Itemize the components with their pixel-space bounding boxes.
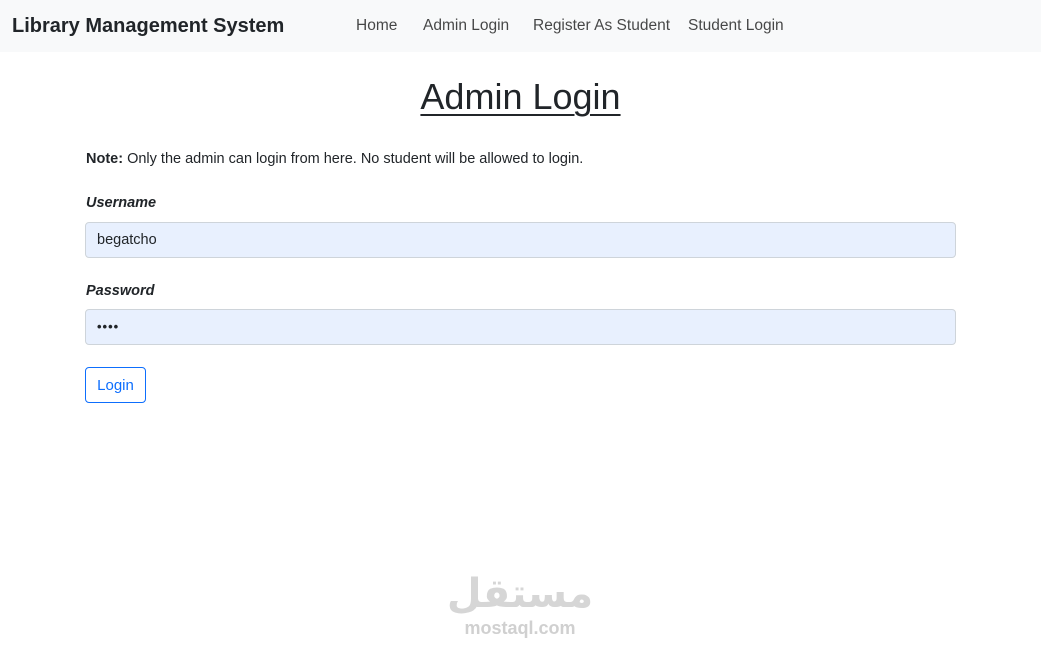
nav-link-admin-login[interactable]: Admin Login [423,17,509,35]
watermark-arabic: مستقل [446,571,594,617]
mostaql-watermark-logo: مستقل mostaql.com [420,570,620,638]
login-button[interactable]: Login [85,367,146,403]
nav-link-student-login[interactable]: Student Login [688,17,784,35]
page-title: Admin Login [420,76,621,117]
navbar: Library Management System Home Admin Log… [0,0,1041,52]
brand-title[interactable]: Library Management System [12,15,284,38]
note-text: Note: Only the admin can login from here… [86,151,583,167]
note-body: Only the admin can login from here. No s… [123,151,584,167]
password-input[interactable]: •••• [85,309,956,345]
nav-link-home[interactable]: Home [356,17,397,35]
nav-link-register-student[interactable]: Register As Student [533,17,670,35]
note-prefix: Note: [86,151,124,167]
password-label: Password [86,283,155,299]
username-input[interactable]: begatcho [85,222,956,258]
username-label: Username [86,195,157,211]
watermark-latin: mostaql.com [464,618,576,638]
